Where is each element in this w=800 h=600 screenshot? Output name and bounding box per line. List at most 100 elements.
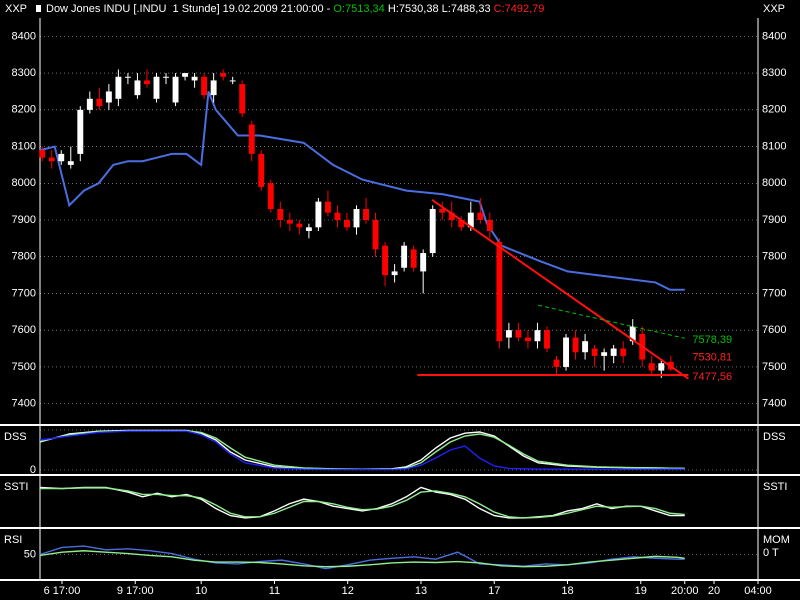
candle-body (477, 212, 484, 220)
rsi-line (39, 550, 685, 568)
candle-body (67, 161, 74, 165)
dss-tick-label: 0 (30, 464, 36, 476)
candle-body (229, 80, 236, 82)
candle-body (401, 245, 408, 268)
x-tick-label: 10 (195, 585, 207, 597)
candle-body (96, 98, 103, 107)
candle-body (610, 348, 617, 356)
candle-body (48, 157, 55, 162)
price-tick-label-left: 7400 (12, 398, 36, 410)
candle-body (315, 201, 322, 228)
price-tick-label-right: 8000 (762, 177, 786, 189)
candle-body (115, 76, 122, 99)
price-blue-line (39, 91, 685, 291)
price-tick-label-right: 7700 (762, 287, 786, 299)
x-tick-label: 6 17:00 (44, 585, 81, 597)
candle-body (410, 249, 417, 268)
candle-body (372, 220, 379, 250)
candle-body (582, 341, 589, 353)
ssti-line (40, 487, 685, 519)
candle-body (134, 80, 141, 96)
x-tick-label: 9 17:00 (117, 585, 154, 597)
price-tick-label-right: 7900 (762, 214, 786, 226)
x-tick-label: 11 (269, 585, 280, 597)
dss-line (39, 430, 685, 471)
candle-body (163, 76, 169, 78)
candle-body (296, 223, 303, 228)
candle-body (344, 220, 350, 228)
candle-body (648, 363, 655, 371)
rsi-tick-label: 50 (24, 548, 36, 560)
dss-line (39, 429, 685, 470)
candle-body (496, 242, 503, 342)
candle-body (553, 359, 560, 367)
price-tick-label-right: 7500 (762, 361, 786, 373)
x-tick-label: 20:00 (671, 585, 699, 597)
candle-body (534, 330, 541, 342)
rsi-title-left: RSI (4, 534, 22, 546)
candle-body (191, 76, 198, 81)
level-label: 7530,81 (692, 351, 732, 363)
x-tick-label: 12 (342, 585, 354, 597)
candle-body (334, 212, 341, 220)
candle-body (201, 76, 208, 96)
candle-body (248, 124, 255, 154)
price-tick-label-right: 8400 (762, 30, 786, 42)
trend-line-dashed (538, 304, 685, 339)
candle-body (305, 227, 312, 232)
x-tick-label: 19 (635, 585, 647, 597)
candle-body (572, 337, 579, 353)
price-tick-label-right: 8100 (762, 140, 786, 152)
price-tick-label-left: 8300 (12, 67, 36, 79)
candle-body (601, 352, 608, 356)
x-tick-label: 04:00 (744, 585, 772, 597)
price-tick-label-left: 7500 (12, 361, 36, 373)
candle-body (524, 337, 531, 342)
candle-body (353, 208, 360, 228)
x-tick-label: 17 (488, 585, 500, 597)
price-tick-label-right: 7400 (762, 398, 786, 410)
candle-body (124, 76, 131, 78)
candle-body (258, 153, 265, 187)
candle-body (220, 73, 227, 77)
price-tick-label-left: 8200 (12, 104, 36, 116)
candle-body (420, 253, 427, 272)
candle-body (429, 208, 436, 254)
dss-title-right: DSS (763, 431, 786, 443)
candle-body (620, 348, 627, 356)
price-tick-label-left: 7900 (12, 214, 36, 226)
candle-body (210, 80, 217, 96)
ssti-title-right: SSTI (763, 481, 787, 493)
rsi-right-label: MOM (763, 534, 790, 546)
price-tick-label-left: 8100 (12, 140, 36, 152)
price-tick-label-right: 7800 (762, 251, 786, 263)
candle-body (391, 271, 398, 276)
price-tick-label-left: 8000 (12, 177, 36, 189)
candle-body (515, 330, 522, 338)
candle-body (563, 337, 569, 367)
candle-body (544, 330, 550, 349)
candle-body (144, 80, 150, 85)
candle-body (324, 201, 331, 213)
price-tick-label-left: 7800 (12, 251, 36, 263)
candle-body (105, 91, 112, 103)
ssti-title-left: SSTI (4, 481, 28, 493)
candle-body (39, 150, 46, 158)
candle-body (658, 363, 665, 371)
candle-body (591, 348, 598, 356)
candle-body (267, 183, 274, 209)
dss-line (39, 430, 685, 470)
rsi-right-label: 0 T (763, 547, 779, 559)
price-tick-label-left: 7700 (12, 287, 36, 299)
level-label: 7477,56 (692, 371, 732, 383)
candle-body (153, 76, 160, 99)
candle-body (58, 153, 65, 162)
candle-body (363, 208, 369, 220)
candle-body (86, 98, 93, 110)
trend-line (431, 198, 689, 380)
price-tick-label-right: 7600 (762, 324, 786, 336)
x-tick-label: 20 (708, 585, 720, 597)
candle-body (172, 76, 179, 103)
price-tick-label-left: 8400 (12, 30, 36, 42)
chart-canvas[interactable]: 7400 7400 7500 7500 7600 7600 7700 7700 7800 7800… (0, 0, 800, 600)
